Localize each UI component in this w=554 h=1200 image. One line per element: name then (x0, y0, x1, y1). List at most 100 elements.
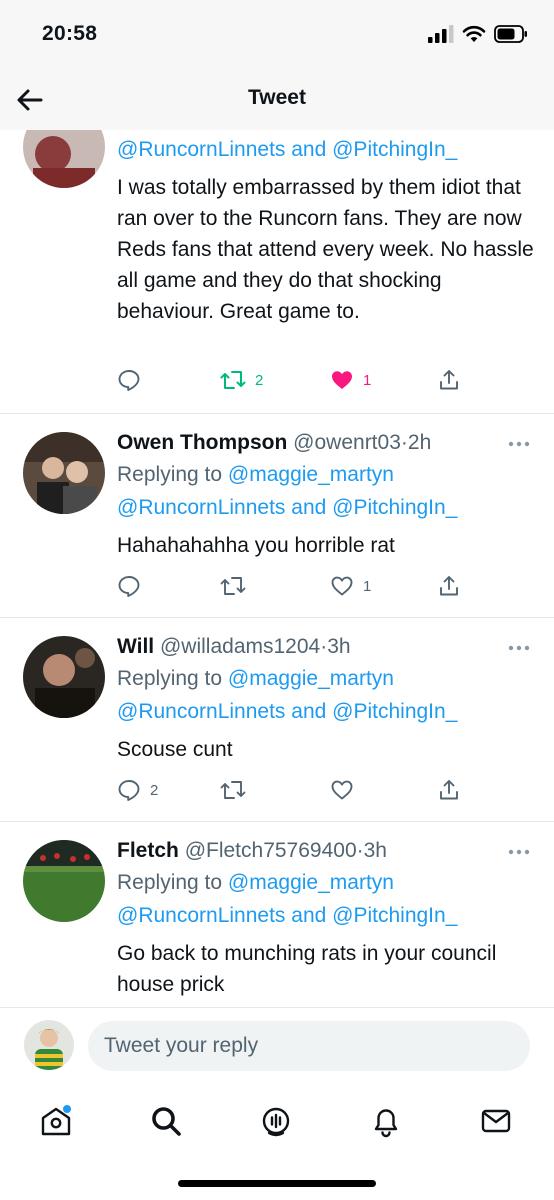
tab-home[interactable] (38, 1103, 74, 1139)
like-button[interactable]: 1 (330, 574, 371, 598)
avatar[interactable] (23, 636, 105, 718)
mention-link[interactable]: @RuncornLinnets (117, 496, 285, 519)
reply-count: 2 (150, 781, 159, 799)
tweet-text: I was totally embarrassed by them idiot … (117, 176, 534, 323)
tab-spaces[interactable] (258, 1103, 294, 1139)
share-button[interactable] (437, 574, 461, 598)
reply-button[interactable] (117, 574, 150, 598)
reply-icon (118, 576, 140, 597)
retweet-button[interactable] (220, 778, 255, 802)
reply-button[interactable]: 2 (117, 778, 158, 802)
avatar-image (23, 636, 105, 718)
more-options-icon[interactable] (508, 848, 530, 856)
share-icon (440, 370, 458, 390)
tab-messages[interactable] (478, 1103, 514, 1139)
tweet[interactable]: Will @willadams1204·3h Replying to @magg… (0, 618, 554, 822)
replying-to-label: Replying to (117, 667, 223, 690)
tweet-time: 3h (363, 839, 387, 862)
tab-search[interactable] (148, 1103, 184, 1139)
reply-icon (118, 370, 140, 391)
share-button[interactable] (437, 368, 461, 392)
tweet-text: Hahahahahha you horrible rat (117, 534, 395, 557)
tweet-header: Owen Thompson @owenrt03·2h (117, 428, 536, 458)
replying-to-link[interactable]: @maggie_martyn (228, 463, 394, 486)
tweet-header: Will @willadams1204·3h (117, 632, 536, 662)
reply-button[interactable] (117, 368, 141, 392)
mention-and: and (291, 496, 327, 519)
like-button[interactable] (330, 778, 363, 802)
spaces-icon (262, 1107, 290, 1137)
status-bar: 20:58 (0, 0, 554, 70)
messages-icon (481, 1109, 511, 1133)
display-name[interactable]: Fletch (117, 839, 179, 862)
replying-to-line: Replying to @maggie_martyn (117, 458, 536, 491)
tweet-time: 3h (327, 635, 351, 658)
mentions-line: @RuncornLinnets and @PitchingIn_ (117, 899, 536, 932)
mentions-line: @RuncornLinnets and @PitchingIn_ (117, 695, 536, 728)
tweet-actions: 1 (117, 574, 477, 602)
retweet-button[interactable]: 2 (220, 368, 263, 392)
heart-icon (331, 780, 353, 800)
retweet-button[interactable] (220, 574, 255, 598)
replying-to-label: Replying to (117, 463, 223, 486)
mention-and: and (291, 700, 327, 723)
separator-dot: · (400, 431, 408, 454)
tweet-time: 2h (407, 431, 432, 454)
mention-line: @RuncornLinnets and @PitchingIn_ (117, 133, 536, 166)
mention-link[interactable]: @RuncornLinnets (117, 700, 285, 723)
mention-link[interactable]: @RuncornLinnets (117, 904, 285, 927)
tweet-header: Fletch @Fletch75769400·3h (117, 836, 536, 866)
like-count: 1 (363, 577, 372, 595)
tweet-text: Scouse cunt (117, 738, 233, 761)
wifi-icon (462, 25, 486, 42)
mention-link[interactable]: @RuncornLinnets and @PitchingIn_ (117, 138, 457, 161)
current-user-avatar[interactable] (24, 1020, 74, 1070)
more-options-icon[interactable] (508, 644, 530, 652)
mention-link[interactable]: @PitchingIn_ (332, 700, 457, 723)
mention-and: and (291, 904, 327, 927)
tweet-content: Owen Thompson @owenrt03·2h Replying to @… (117, 428, 536, 561)
tab-notifications[interactable] (368, 1103, 404, 1139)
reply-feed: @RuncornLinnets and @PitchingIn_ I was t… (0, 130, 554, 1007)
separator-dot: · (356, 839, 364, 862)
share-button[interactable] (437, 778, 461, 802)
share-icon (440, 780, 458, 800)
tweet-content: Will @willadams1204·3h Replying to @magg… (117, 632, 536, 765)
bottom-tab-bar (0, 1085, 554, 1200)
home-icon (41, 1105, 71, 1136)
avatar[interactable] (23, 432, 105, 514)
mention-link[interactable]: @PitchingIn_ (332, 496, 457, 519)
tweet-actions: 2 (117, 778, 477, 806)
status-time: 20:58 (42, 22, 98, 45)
reply-input[interactable]: Tweet your reply (88, 1021, 530, 1071)
home-indicator (178, 1180, 376, 1187)
tweet-text: Go back to munching rats in your council… (117, 942, 497, 996)
more-options-icon[interactable] (508, 440, 530, 448)
display-name[interactable]: Owen Thompson (117, 431, 287, 454)
avatar[interactable] (23, 840, 105, 922)
mention-link[interactable]: @PitchingIn_ (332, 904, 457, 927)
tweet-content: @RuncornLinnets and @PitchingIn_ I was t… (117, 133, 536, 327)
tweet-content: Fletch @Fletch75769400·3h Replying to @m… (117, 836, 536, 1000)
tweet[interactable]: Owen Thompson @owenrt03·2h Replying to @… (0, 414, 554, 618)
avatar-image (23, 840, 105, 922)
replying-to-link[interactable]: @maggie_martyn (228, 871, 394, 894)
mentions-line: @RuncornLinnets and @PitchingIn_ (117, 491, 536, 524)
search-icon (152, 1107, 181, 1136)
reply-compose-bar: Tweet your reply (0, 1007, 554, 1085)
replying-to-link[interactable]: @maggie_martyn (228, 667, 394, 690)
user-handle[interactable]: @willadams1204 (160, 635, 320, 658)
share-icon (440, 576, 458, 596)
user-handle[interactable]: @Fletch75769400 (185, 839, 357, 862)
status-icons (428, 25, 528, 43)
tweet[interactable]: Fletch @Fletch75769400·3h Replying to @m… (0, 822, 554, 1007)
page-title: Tweet (248, 86, 306, 109)
avatar-image (23, 130, 105, 188)
like-button[interactable]: 1 (330, 368, 371, 392)
display-name[interactable]: Will (117, 635, 154, 658)
tweet[interactable]: @RuncornLinnets and @PitchingIn_ I was t… (0, 130, 554, 414)
avatar[interactable] (23, 130, 105, 188)
user-handle[interactable]: @owenrt03 (293, 431, 401, 454)
replying-to-label: Replying to (117, 871, 223, 894)
heart-filled-icon (332, 371, 352, 389)
